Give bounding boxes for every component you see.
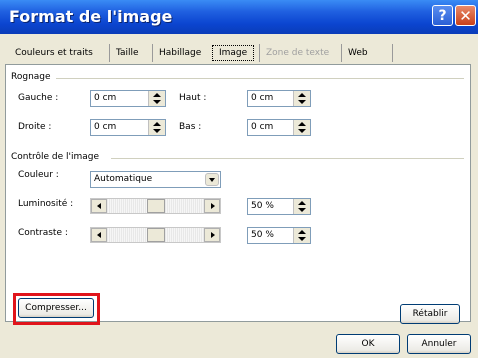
contrast-slider-thumb[interactable] [146,228,165,242]
cancel-button[interactable]: Annuler [407,334,471,354]
contrast-spinner[interactable]: 50 % [247,227,311,244]
arrow-left-icon[interactable] [91,199,107,213]
tab-size[interactable]: Taille [109,44,145,62]
brightness-slider-thumb[interactable] [146,199,165,213]
close-icon[interactable]: ✕ [455,5,476,26]
brightness-slider[interactable] [90,198,221,214]
color-dropdown[interactable]: Automatique [90,171,221,188]
contrast-value: 50 % [251,230,274,240]
tab-panel: Rognage Gauche : 0 cm Haut : 0 cm Droite… [5,64,471,325]
spinner-arrows-icon[interactable] [293,228,310,243]
arrow-left-icon[interactable] [91,228,107,242]
arrow-right-icon[interactable] [204,228,220,242]
ok-button[interactable]: OK [336,334,400,354]
brightness-value: 50 % [251,201,274,211]
crop-left-spinner[interactable]: 0 cm [90,90,166,107]
crop-top-spinner[interactable]: 0 cm [247,90,311,107]
spinner-arrows-icon[interactable] [293,91,310,106]
tab-text-box: Zone de texte [259,44,335,62]
spinner-arrows-icon[interactable] [148,120,165,135]
crop-right-value: 0 cm [94,122,117,132]
image-control-section-title: Contrôle de l'image [11,152,100,162]
tab-colors-lines[interactable]: Couleurs et traits [9,44,99,62]
crop-right-spinner[interactable]: 0 cm [90,119,166,136]
crop-bottom-spinner[interactable]: 0 cm [247,119,311,136]
compress-button[interactable]: Compresser... [18,298,94,318]
crop-bottom-value: 0 cm [251,122,274,132]
crop-left-value: 0 cm [94,93,117,103]
color-label: Couleur : [18,170,59,180]
crop-left-label: Gauche : [18,93,59,103]
spinner-arrows-icon[interactable] [293,120,310,135]
crop-top-value: 0 cm [251,93,274,103]
crop-top-label: Haut : [179,93,207,103]
tab-wrapping[interactable]: Habillage [152,44,207,62]
contrast-label: Contraste : [18,228,68,238]
reset-button[interactable]: Rétablir [400,304,460,324]
arrow-right-icon[interactable] [204,199,220,213]
cropping-section-title: Rognage [11,72,51,82]
window-title: Format de l'image [9,7,173,26]
spinner-arrows-icon[interactable] [148,91,165,106]
chevron-down-icon[interactable] [205,173,219,186]
spinner-arrows-icon[interactable] [293,199,310,214]
brightness-spinner[interactable]: 50 % [247,198,311,215]
brightness-label: Luminosité : [18,199,74,209]
contrast-slider[interactable] [90,227,221,243]
tab-web[interactable]: Web [341,44,393,62]
tab-image[interactable]: Image [212,45,255,61]
color-value: Automatique [94,174,153,184]
help-icon[interactable]: ? [432,5,453,26]
section-divider [56,78,464,79]
crop-right-label: Droite : [18,122,52,132]
crop-bottom-label: Bas : [179,122,202,132]
section-divider [111,158,464,159]
title-bar: Format de l'image ? ✕ [0,0,478,34]
